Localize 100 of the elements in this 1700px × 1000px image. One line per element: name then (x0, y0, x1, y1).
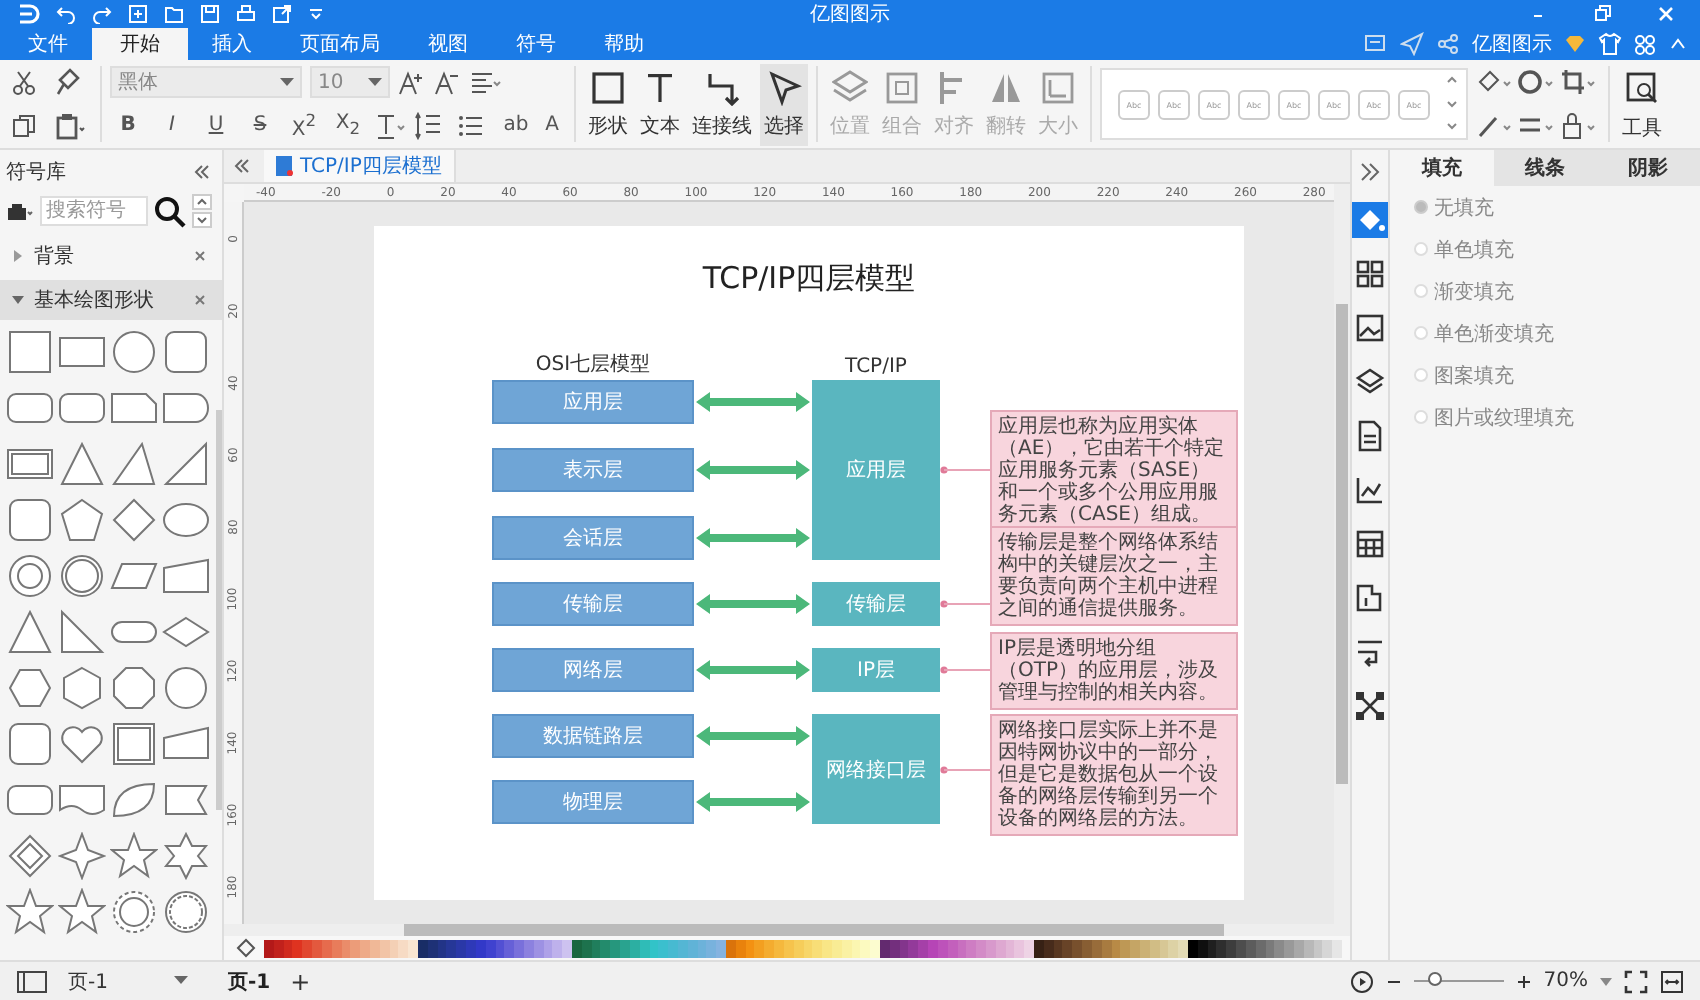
page-view-icon[interactable] (16, 969, 48, 993)
property-tab[interactable]: 阴影 (1596, 150, 1700, 186)
chart-icon[interactable] (1352, 472, 1388, 508)
library-icon[interactable] (6, 201, 34, 221)
play-icon[interactable] (1349, 969, 1374, 993)
scroll-up-icon[interactable] (192, 194, 212, 210)
shape-icon[interactable] (6, 664, 54, 712)
add-page-button[interactable]: + (290, 967, 311, 995)
document-tab[interactable]: TCP/IP四层模型 (264, 150, 456, 182)
fill-color-icon[interactable] (236, 938, 256, 958)
shirt-icon[interactable] (1598, 32, 1622, 56)
collapse-panel-icon[interactable] (232, 156, 252, 176)
shape-icon[interactable] (110, 832, 158, 880)
fill-option[interactable]: 单色填充 (1390, 228, 1700, 270)
zoom-value[interactable]: 70% (1543, 970, 1588, 992)
text-color-button[interactable]: ab (502, 114, 530, 137)
align-icon[interactable] (470, 68, 502, 97)
send-icon[interactable] (1400, 32, 1424, 56)
print-icon[interactable] (236, 4, 256, 24)
table-icon[interactable] (1352, 526, 1388, 562)
tools-button[interactable]: 工具 (1618, 61, 1666, 147)
shape-icon[interactable] (58, 496, 106, 544)
font-size-dropdown[interactable]: 10 (310, 66, 390, 99)
tool-button[interactable]: 文本 (636, 63, 684, 145)
app-logo-icon[interactable] (16, 2, 40, 26)
shape-icon[interactable] (162, 328, 210, 376)
tool-button[interactable]: 连接线 (688, 63, 756, 145)
property-tab[interactable]: 线条 (1493, 150, 1597, 186)
shape-icon[interactable] (58, 832, 106, 880)
expand-panel-icon[interactable] (1358, 160, 1382, 184)
tool-button[interactable]: 形状 (584, 63, 632, 145)
shape-icon[interactable] (162, 832, 210, 880)
page-dropdown[interactable]: 页-1 (68, 967, 188, 995)
folder-icon[interactable] (164, 4, 184, 24)
gallery-scroll-icon[interactable] (1446, 74, 1458, 134)
crop-icon[interactable] (1560, 68, 1596, 96)
format-button[interactable]: B (110, 114, 146, 137)
format-button[interactable]: U (198, 114, 234, 137)
zoom-in-icon[interactable] (1515, 973, 1532, 989)
scroll-down-icon[interactable] (192, 212, 212, 228)
circle-outline-icon[interactable] (1518, 68, 1554, 96)
shape-icon[interactable] (162, 888, 210, 936)
undo-icon[interactable] (56, 4, 76, 24)
library-category[interactable]: 背景 (0, 236, 222, 276)
shape-icon[interactable] (110, 720, 158, 768)
search-icon[interactable] (154, 195, 186, 227)
share-icon[interactable] (1436, 32, 1460, 56)
shape-icon[interactable] (162, 440, 210, 488)
tool-button[interactable]: 选择 (760, 63, 808, 145)
paint-bucket-icon[interactable] (1476, 68, 1512, 96)
paste-icon[interactable] (54, 112, 86, 140)
shape-icon[interactable] (110, 496, 158, 544)
text-style-icon[interactable] (374, 111, 406, 140)
shrink-font-icon[interactable] (434, 68, 462, 97)
fill-option[interactable]: 图案填充 (1390, 354, 1700, 396)
format-painter-icon[interactable] (54, 68, 82, 96)
collapse-ribbon-icon[interactable] (1668, 34, 1688, 54)
format-button[interactable]: X$_{2}$ (330, 112, 366, 139)
format-button[interactable]: X$^{2}$ (286, 110, 322, 142)
grow-font-icon[interactable] (398, 68, 426, 97)
fill-option[interactable]: 无填充 (1390, 186, 1700, 228)
fit-width-icon[interactable] (1660, 969, 1684, 993)
color-palette[interactable] (264, 939, 1342, 957)
menu-tab[interactable]: 帮助 (580, 28, 668, 60)
fullscreen-icon[interactable] (1624, 969, 1648, 993)
shape-icon[interactable] (58, 608, 106, 656)
shape-icon[interactable] (110, 440, 158, 488)
format-button[interactable]: I (154, 114, 190, 137)
menu-tab[interactable]: 符号 (492, 28, 580, 60)
shape-icon[interactable] (58, 888, 106, 936)
shape-icon[interactable] (6, 328, 54, 376)
menu-tab[interactable]: 开始 (92, 28, 188, 60)
text-color-button[interactable]: A (538, 114, 566, 137)
menu-tab[interactable]: 页面布局 (276, 28, 404, 60)
shape-icon[interactable] (58, 720, 106, 768)
new-file-icon[interactable] (128, 4, 148, 24)
library-category[interactable]: 基本绘图形状 (0, 280, 222, 320)
copy-icon[interactable] (10, 112, 38, 140)
menu-tab[interactable]: 插入 (188, 28, 276, 60)
shape-icon[interactable] (110, 328, 158, 376)
diamond-icon[interactable] (1564, 34, 1586, 54)
grid-icon[interactable] (1352, 256, 1388, 292)
close-icon[interactable] (194, 294, 206, 306)
menu-tab[interactable]: 视图 (404, 28, 492, 60)
redo-icon[interactable] (92, 4, 112, 24)
fill-option[interactable]: 图片或纹理填充 (1390, 396, 1700, 438)
network-icon[interactable] (1352, 688, 1388, 724)
account-name[interactable]: 亿图图示 (1472, 30, 1552, 58)
shape-icon[interactable] (6, 888, 54, 936)
shape-icon[interactable] (110, 664, 158, 712)
line-icon[interactable] (1476, 112, 1512, 140)
cut-icon[interactable] (10, 68, 38, 96)
shape-icon[interactable] (6, 832, 54, 880)
paint-bucket-icon[interactable] (1352, 202, 1388, 238)
font-dropdown[interactable]: 黑体 (110, 66, 302, 99)
shape-icon[interactable] (58, 440, 106, 488)
page-tab[interactable]: 页-1 (228, 967, 271, 995)
image-icon[interactable] (1352, 310, 1388, 346)
shape-icon[interactable] (6, 720, 54, 768)
apps-icon[interactable] (1634, 33, 1656, 55)
